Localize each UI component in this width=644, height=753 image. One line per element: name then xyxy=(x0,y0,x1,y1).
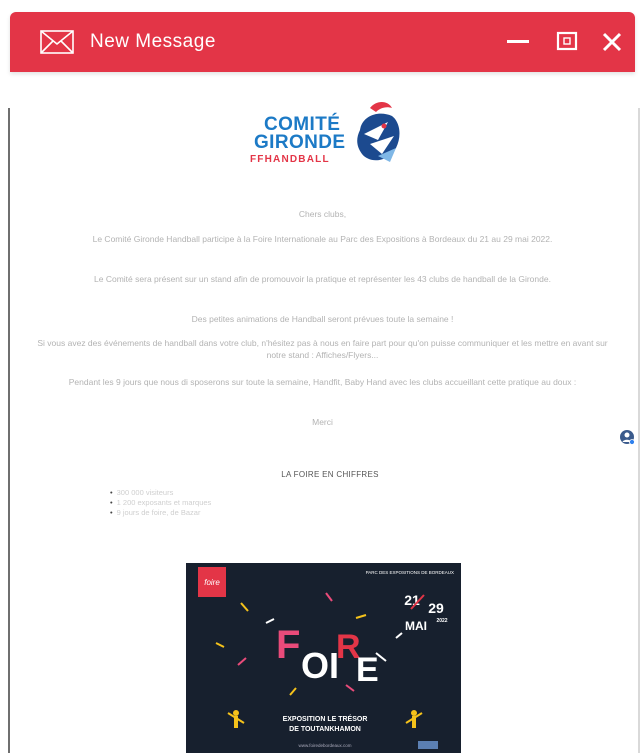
title-bar: New Message xyxy=(10,12,635,72)
poster-letters-oi: OI xyxy=(301,645,339,686)
foire-poster-image: foire PARC DES EXPOSITIONS DE BORDEAUX 2… xyxy=(186,563,461,753)
logo-line-3: FFHANDBALL xyxy=(250,154,330,165)
poster-letter-f: F xyxy=(276,623,300,667)
logo-line-2: GIRONDE xyxy=(254,132,346,153)
user-status-icon[interactable] xyxy=(619,429,635,445)
rooster-icon xyxy=(357,102,400,162)
poster-url: www.foiredebordeaux.com xyxy=(298,743,351,748)
poster-day-start: 21 xyxy=(404,592,420,608)
poster-venue: PARC DES EXPOSITIONS DE BORDEAUX xyxy=(366,570,454,575)
paragraph-2: Le Comité sera présent sur un stand afin… xyxy=(94,274,551,284)
paragraph-3: Des petites animations de Handball seron… xyxy=(191,314,454,324)
bullet-list: 300 000 visiteurs 1 200 exposants et mar… xyxy=(110,488,212,518)
envelope-icon xyxy=(40,30,74,54)
paragraph-1: Le Comité Gironde Handball participe à l… xyxy=(92,234,553,244)
poster-month: MAI xyxy=(405,619,427,633)
poster-letter-e: E xyxy=(356,651,379,689)
poster-artwork: foire PARC DES EXPOSITIONS DE BORDEAUX 2… xyxy=(186,563,461,753)
poster-expo-line2: DE TOUTANKHAMON xyxy=(289,726,361,733)
maximize-icon[interactable] xyxy=(552,26,584,58)
list-item: 300 000 visiteurs xyxy=(110,488,211,498)
poster-expo-line1: EXPOSITION LE TRÉSOR xyxy=(283,714,368,723)
greeting: Chers clubs, xyxy=(298,209,347,219)
comite-gironde-logo: COMITÉ GIRONDE FFHANDBALL xyxy=(248,100,414,172)
list-item: 9 jours de foire, de Bazar xyxy=(110,508,211,518)
poster-year: 2022 xyxy=(436,618,447,624)
close-icon[interactable] xyxy=(596,26,628,58)
poster-day-end: 29 xyxy=(428,600,444,616)
poster-badge: foire xyxy=(204,578,220,587)
minimize-icon[interactable] xyxy=(503,26,535,58)
section-heading: LA FOIRE EN CHIFFRES xyxy=(281,470,379,479)
list-item: 1 200 exposants et marques xyxy=(110,498,212,508)
signature: Merci xyxy=(312,417,333,427)
paragraph-5: Pendant les 9 jours que nous di sposeron… xyxy=(68,377,577,387)
window-title: New Message xyxy=(90,31,216,52)
paragraph-4: Si vous avez des événements de handball … xyxy=(37,338,608,360)
